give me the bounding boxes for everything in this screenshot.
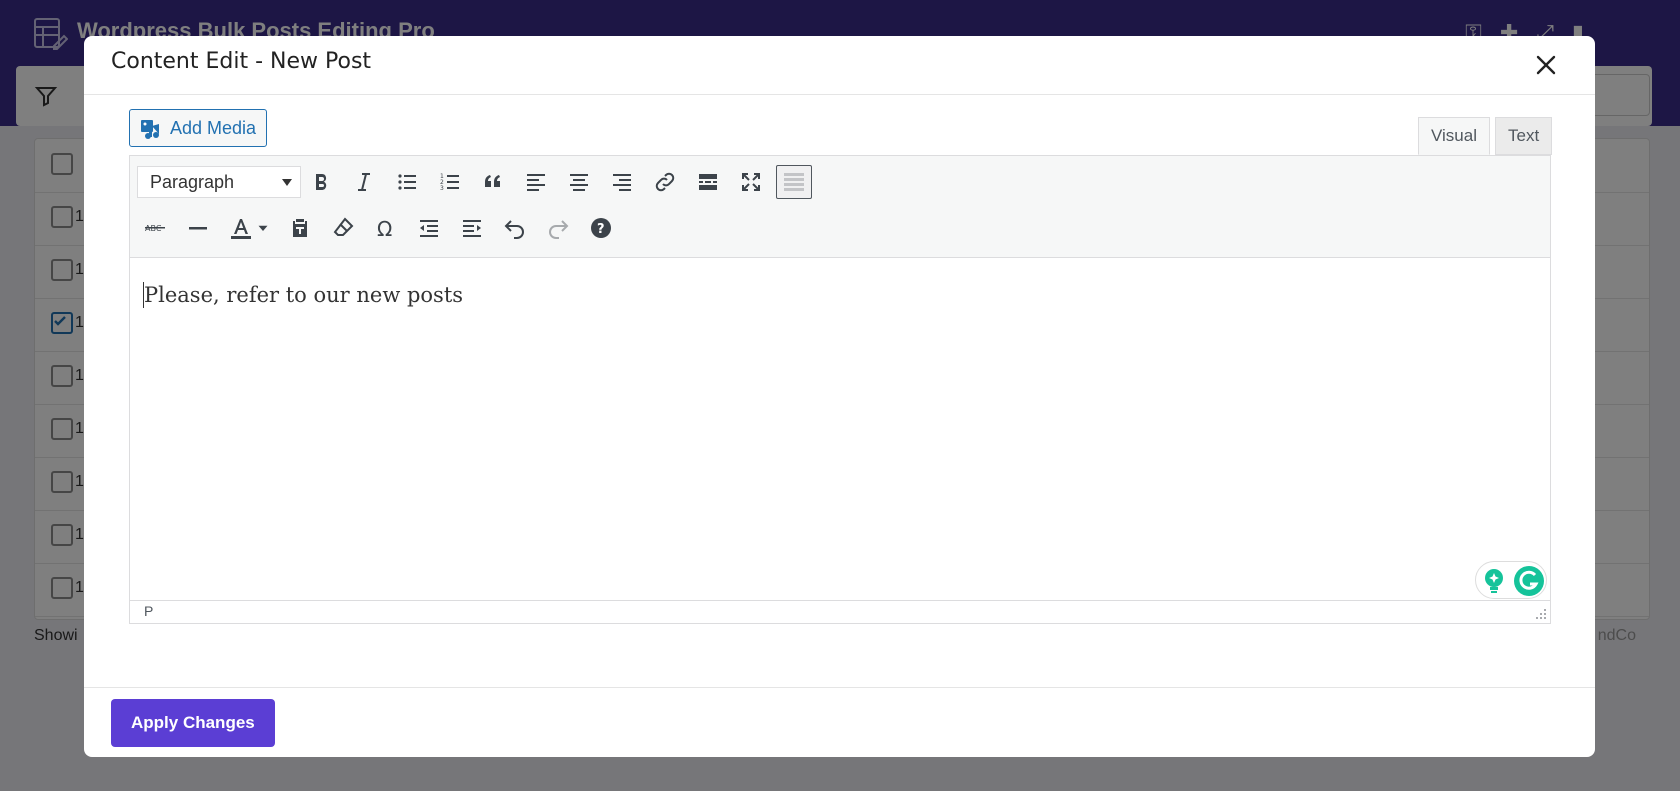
- close-icon[interactable]: [1533, 52, 1559, 78]
- apply-changes-button[interactable]: Apply Changes: [111, 699, 275, 747]
- content-editor: Paragraph 123 ABC Ω: [129, 155, 1551, 624]
- editor-content[interactable]: Please, refer to our new posts: [143, 282, 463, 308]
- modal-footer: Apply Changes: [84, 687, 1595, 758]
- content-edit-modal: Content Edit - New Post Add Media Visual…: [84, 36, 1595, 757]
- strikethrough-icon[interactable]: ABC: [137, 211, 173, 245]
- outdent-icon[interactable]: [411, 211, 447, 245]
- indent-icon[interactable]: [454, 211, 490, 245]
- element-path[interactable]: P: [144, 603, 153, 619]
- horizontal-line-icon[interactable]: [180, 211, 216, 245]
- resize-handle-icon[interactable]: [1535, 608, 1547, 620]
- media-icon: [141, 120, 159, 139]
- svg-text:Ω: Ω: [377, 217, 392, 240]
- paste-text-icon[interactable]: [282, 211, 318, 245]
- format-select-value: Paragraph: [150, 171, 235, 192]
- modal-header: Content Edit - New Post: [84, 36, 1595, 95]
- link-icon[interactable]: [647, 165, 683, 199]
- redo-icon[interactable]: [540, 211, 576, 245]
- editor-statusbar: P: [130, 600, 1550, 623]
- grammarly-icon[interactable]: [1514, 566, 1544, 596]
- align-right-icon[interactable]: [604, 165, 640, 199]
- lightbulb-icon[interactable]: [1482, 568, 1506, 594]
- undo-icon[interactable]: [497, 211, 533, 245]
- align-left-icon[interactable]: [518, 165, 554, 199]
- tab-text[interactable]: Text: [1495, 117, 1553, 155]
- svg-text:3: 3: [440, 185, 444, 192]
- bullet-list-icon[interactable]: [389, 165, 425, 199]
- add-media-label: Add Media: [170, 117, 257, 138]
- modal-title: Content Edit - New Post: [111, 49, 372, 74]
- numbered-list-icon[interactable]: 123: [432, 165, 468, 199]
- toolbar-toggle-icon[interactable]: [776, 165, 812, 199]
- add-media-button[interactable]: Add Media: [129, 109, 268, 147]
- bold-icon[interactable]: [303, 165, 339, 199]
- read-more-icon[interactable]: [690, 165, 726, 199]
- blockquote-icon[interactable]: [475, 165, 511, 199]
- chevron-down-icon[interactable]: [254, 211, 272, 245]
- italic-icon[interactable]: [346, 165, 382, 199]
- align-center-icon[interactable]: [561, 165, 597, 199]
- chevron-down-icon: [282, 179, 292, 186]
- format-select[interactable]: Paragraph: [137, 166, 301, 198]
- fullscreen-icon[interactable]: [733, 165, 769, 199]
- svg-text:?: ?: [597, 222, 605, 237]
- grammarly-widget[interactable]: [1475, 561, 1547, 599]
- editor-toolbar: Paragraph 123 ABC Ω: [130, 156, 1550, 258]
- special-character-icon[interactable]: Ω: [368, 211, 404, 245]
- tab-visual[interactable]: Visual: [1418, 117, 1490, 155]
- clear-formatting-icon[interactable]: [325, 211, 361, 245]
- help-icon[interactable]: ?: [583, 211, 619, 245]
